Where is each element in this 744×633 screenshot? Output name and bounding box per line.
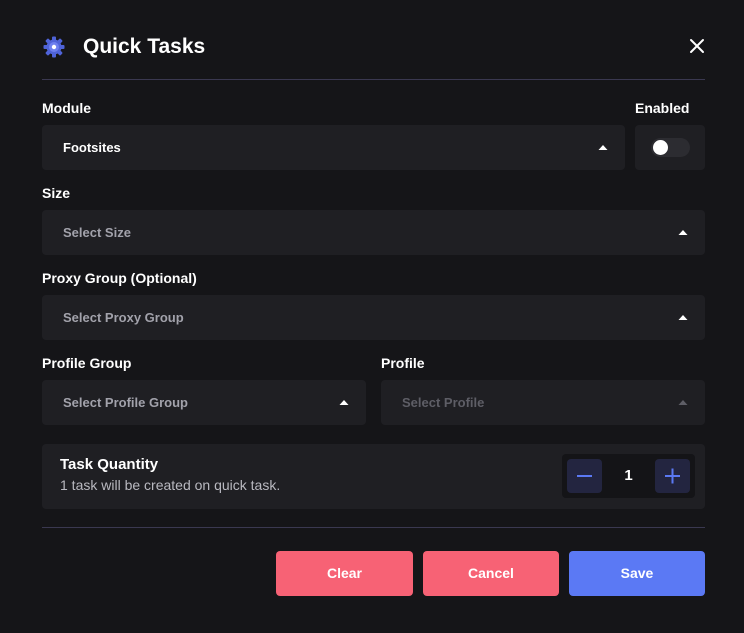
profile-select[interactable]: Select Profile [381,380,705,425]
caret-up-icon [678,400,688,405]
enabled-toggle[interactable] [651,138,690,157]
size-label: Size [42,185,71,201]
profile-label: Profile [381,355,425,371]
caret-up-icon [598,145,608,150]
dialog-header: Quick Tasks [42,28,705,66]
decrement-button[interactable] [567,459,602,493]
toggle-knob [653,140,668,155]
cancel-button[interactable]: Cancel [423,551,559,596]
proxy-group-label: Proxy Group (Optional) [42,270,197,286]
profile-group-select[interactable]: Select Profile Group [42,380,366,425]
size-placeholder: Select Size [63,225,131,240]
module-label: Module [42,100,91,116]
increment-button[interactable] [655,459,690,493]
task-quantity-description: 1 task will be created on quick task. [60,477,281,493]
minus-icon [577,475,592,477]
footer-divider [42,527,705,528]
caret-up-icon [678,315,688,320]
module-select[interactable]: Footsites [42,125,625,170]
task-quantity-card: Task Quantity 1 task will be created on … [42,444,705,509]
proxy-group-placeholder: Select Proxy Group [63,310,184,325]
header-divider [42,79,705,80]
dialog-title: Quick Tasks [83,35,206,58]
close-icon[interactable] [689,38,705,54]
proxy-group-select[interactable]: Select Proxy Group [42,295,705,340]
gear-icon [42,36,66,58]
module-value: Footsites [63,140,121,155]
profile-group-placeholder: Select Profile Group [63,395,188,410]
quantity-value: 1 [624,467,633,484]
profile-placeholder: Select Profile [402,395,485,410]
enabled-label: Enabled [635,100,690,116]
clear-button[interactable]: Clear [276,551,413,596]
task-quantity-title: Task Quantity [60,456,159,473]
save-button[interactable]: Save [569,551,705,596]
size-select[interactable]: Select Size [42,210,705,255]
enabled-toggle-container [635,125,705,170]
caret-up-icon [678,230,688,235]
caret-up-icon [339,400,349,405]
quantity-stepper: 1 [562,454,695,498]
plus-icon [665,468,680,484]
profile-group-label: Profile Group [42,355,132,371]
